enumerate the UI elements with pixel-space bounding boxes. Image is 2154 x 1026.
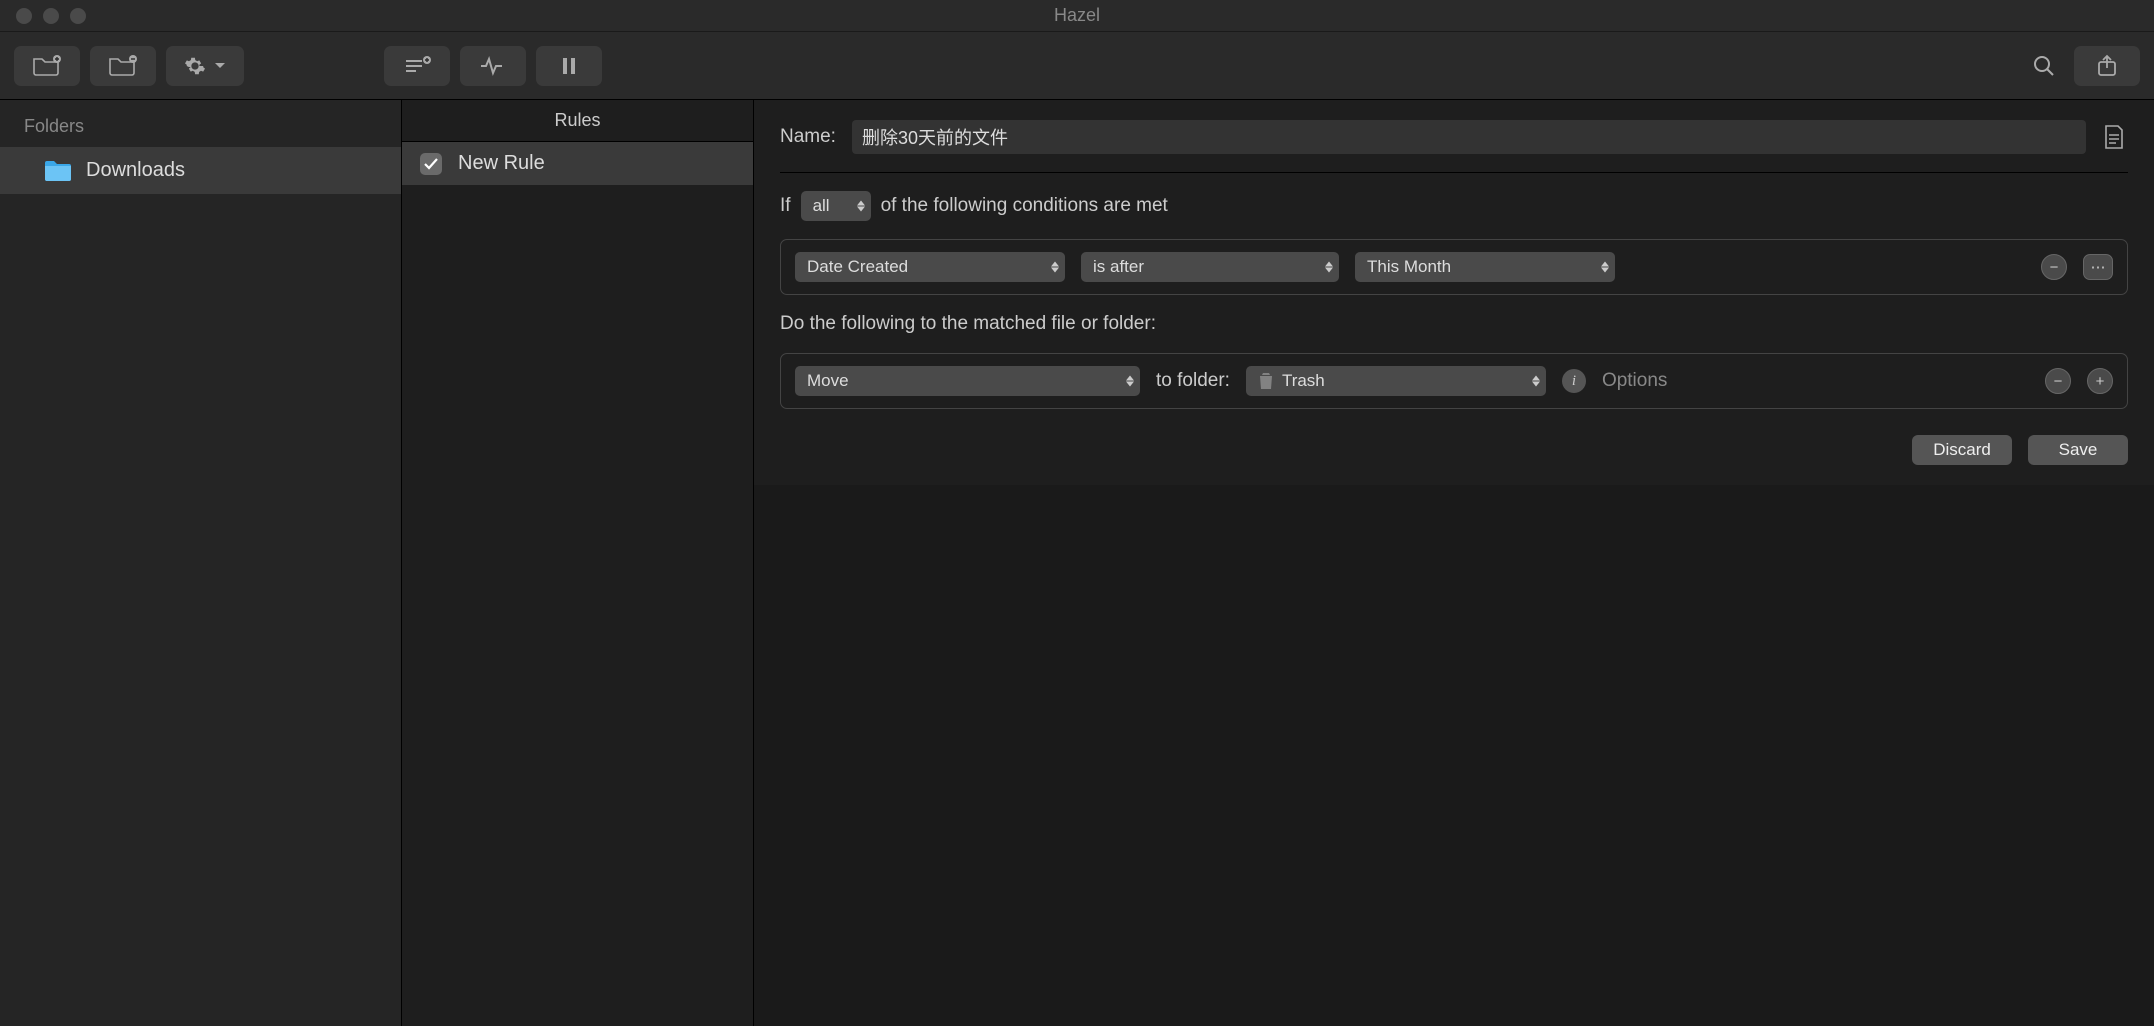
settings-dropdown-button[interactable] <box>166 46 244 86</box>
save-button[interactable]: Save <box>2028 435 2128 465</box>
rule-enabled-checkbox[interactable] <box>420 153 442 175</box>
gear-icon <box>184 55 206 77</box>
rule-label: New Rule <box>458 152 545 175</box>
check-icon <box>424 158 438 170</box>
main-content: Folders Downloads Rules New Rule Name: <box>0 100 2154 1026</box>
actions-header: Do the following to the matched file or … <box>780 313 2128 335</box>
chevron-down-icon <box>214 62 226 70</box>
remove-folder-button[interactable] <box>90 46 156 86</box>
share-icon <box>2095 54 2119 78</box>
folders-sidebar: Folders Downloads <box>0 100 402 1026</box>
folder-label: Downloads <box>86 159 185 182</box>
add-folder-button[interactable] <box>14 46 80 86</box>
activity-icon <box>479 56 507 76</box>
if-label: If <box>780 195 791 217</box>
name-label: Name: <box>780 126 838 148</box>
search-icon <box>2032 54 2056 78</box>
to-folder-label: to folder: <box>1156 370 1230 392</box>
condition-comparator-select[interactable]: is after <box>1081 252 1339 282</box>
folder-item-downloads[interactable]: Downloads <box>0 147 401 194</box>
condition-attribute-select[interactable]: Date Created <box>795 252 1065 282</box>
activity-button[interactable] <box>460 46 526 86</box>
folder-plus-icon <box>32 55 62 77</box>
info-icon[interactable]: i <box>1562 369 1586 393</box>
traffic-lights <box>0 8 86 24</box>
close-window-button[interactable] <box>16 8 32 24</box>
rule-editor: Name: If all of the following conditions… <box>754 100 2154 1026</box>
rule-notes-button[interactable] <box>2100 123 2128 151</box>
discard-button[interactable]: Discard <box>1912 435 2012 465</box>
condition-attribute-value: Date Created <box>807 257 908 277</box>
editor-empty-area <box>754 485 2154 1026</box>
condition-match-line: If all of the following conditions are m… <box>780 191 2128 221</box>
condition-value-select[interactable]: This Month <box>1355 252 1615 282</box>
zoom-window-button[interactable] <box>70 8 86 24</box>
rules-header: Rules <box>402 100 753 142</box>
pause-icon <box>561 57 577 75</box>
pause-button[interactable] <box>536 46 602 86</box>
destination-folder-select[interactable]: Trash <box>1246 366 1546 396</box>
add-action-button[interactable]: + <box>2087 368 2113 394</box>
action-options-label[interactable]: Options <box>1602 370 1667 392</box>
add-rule-button[interactable] <box>384 46 450 86</box>
rule-name-input[interactable] <box>852 120 2086 154</box>
rule-item[interactable]: New Rule <box>402 142 753 185</box>
condition-options-button[interactable]: ⋯ <box>2083 254 2113 280</box>
action-verb-value: Move <box>807 371 849 391</box>
window-title: Hazel <box>1054 5 1100 26</box>
titlebar: Hazel <box>0 0 2154 32</box>
condition-comparator-value: is after <box>1093 257 1144 277</box>
folders-header: Folders <box>0 100 401 147</box>
minimize-window-button[interactable] <box>43 8 59 24</box>
action-verb-select[interactable]: Move <box>795 366 1140 396</box>
remove-condition-button[interactable]: − <box>2041 254 2067 280</box>
match-type-value: all <box>813 196 830 216</box>
action-row: Move to folder: Trash i Options − <box>780 353 2128 409</box>
toolbar <box>0 32 2154 100</box>
if-suffix: of the following conditions are met <box>881 195 1168 217</box>
rules-sidebar: Rules New Rule <box>402 100 754 1026</box>
match-type-select[interactable]: all <box>801 191 871 221</box>
share-button[interactable] <box>2074 46 2140 86</box>
search-button[interactable] <box>2024 46 2064 86</box>
trash-icon <box>1258 372 1274 390</box>
condition-row: Date Created is after This Month − ⋯ <box>780 239 2128 295</box>
rule-plus-icon <box>402 56 432 76</box>
note-icon <box>2103 124 2125 150</box>
folder-minus-icon <box>108 55 138 77</box>
folder-icon <box>44 160 72 182</box>
condition-value: This Month <box>1367 257 1451 277</box>
remove-action-button[interactable]: − <box>2045 368 2071 394</box>
destination-value: Trash <box>1282 371 1325 391</box>
